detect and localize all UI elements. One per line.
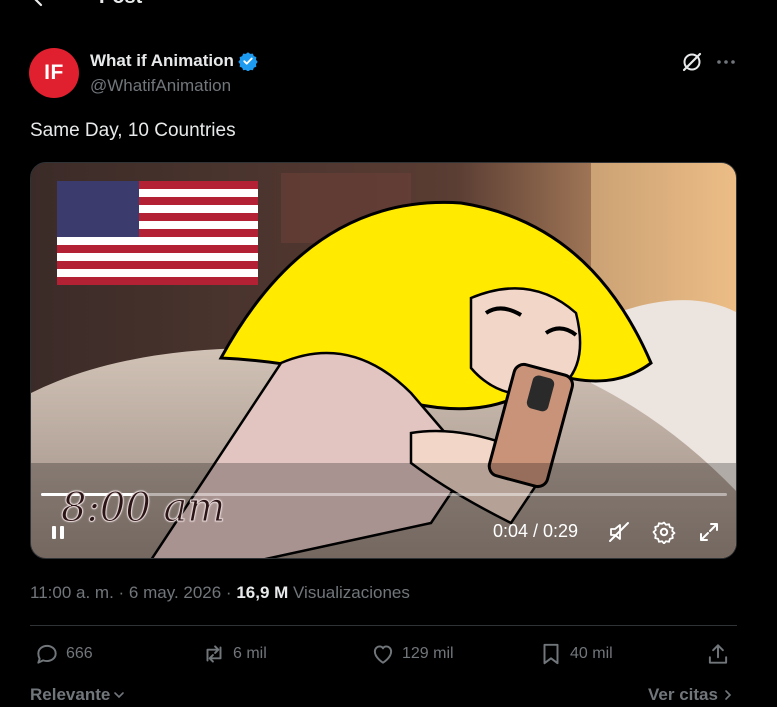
- video-player[interactable]: 8:00 am 0:04 / 0:29: [30, 162, 737, 559]
- views-label: Visualizaciones: [288, 583, 410, 602]
- share-icon: [708, 644, 728, 664]
- repost-count: 6 mil: [233, 645, 267, 662]
- pause-button[interactable]: [49, 521, 69, 543]
- more-options-button[interactable]: [714, 50, 738, 74]
- bookmark-button[interactable]: 40 mil: [538, 641, 613, 667]
- sort-label: Relevante: [30, 685, 111, 704]
- like-button[interactable]: 129 mil: [370, 641, 454, 667]
- post-date[interactable]: 6 may. 2026: [129, 583, 221, 602]
- more-dots-icon: [717, 60, 735, 64]
- replies-sort-dropdown[interactable]: Relevante: [30, 685, 126, 705]
- action-bar: 666 6 mil 129 mil 40 mil: [30, 641, 737, 671]
- share-button[interactable]: [705, 641, 731, 667]
- post-time[interactable]: 11:00 a. m.: [30, 583, 114, 602]
- post-text: Same Day, 10 Countries: [30, 120, 236, 141]
- meta-separator: ·: [113, 583, 129, 602]
- repost-button[interactable]: 6 mil: [201, 641, 267, 667]
- avatar[interactable]: IF: [29, 48, 79, 98]
- settings-button[interactable]: [652, 520, 676, 545]
- gear-icon: [652, 521, 676, 545]
- arrow-left-icon: [34, 0, 43, 7]
- author-name-row[interactable]: What if Animation: [90, 51, 258, 71]
- repost-icon: [206, 645, 222, 663]
- views-count: 16,9 M: [236, 583, 289, 602]
- post-header: Post: [0, 0, 777, 16]
- volume-muted-icon: [609, 522, 629, 542]
- expand-icon: [700, 523, 718, 541]
- divider: [30, 625, 737, 626]
- quotes-label: Ver citas: [648, 685, 718, 704]
- pause-icon: [52, 526, 64, 539]
- grok-button[interactable]: [680, 50, 704, 74]
- author-name[interactable]: What if Animation: [90, 51, 234, 71]
- reply-icon: [37, 644, 57, 664]
- grok-icon: [682, 52, 702, 72]
- video-time: 0:04 / 0:29: [493, 521, 579, 541]
- page-title: Post: [99, 0, 142, 9]
- back-button[interactable]: [30, 0, 54, 10]
- meta-separator: ·: [221, 583, 237, 602]
- post-meta: 11:00 a. m. · 6 may. 2026 · 16,9 M Visua…: [30, 583, 410, 603]
- fullscreen-button[interactable]: [697, 520, 721, 544]
- like-count: 129 mil: [402, 645, 454, 662]
- video-caption: 8:00 am: [60, 485, 226, 532]
- chevron-down-icon: [114, 692, 125, 699]
- bookmark-count: 40 mil: [570, 645, 613, 662]
- reply-count: 666: [66, 645, 93, 662]
- bookmark-icon: [543, 643, 559, 665]
- view-quotes-link[interactable]: Ver citas: [648, 685, 734, 705]
- author-handle[interactable]: @WhatifAnimation: [90, 76, 231, 96]
- mute-button[interactable]: [607, 520, 631, 544]
- reply-button[interactable]: 666: [34, 641, 93, 667]
- heart-icon: [373, 645, 393, 664]
- chevron-right-icon: [725, 690, 732, 700]
- us-flag: [57, 181, 258, 285]
- avatar-initials: IF: [44, 61, 64, 84]
- verified-badge-icon: [238, 52, 258, 71]
